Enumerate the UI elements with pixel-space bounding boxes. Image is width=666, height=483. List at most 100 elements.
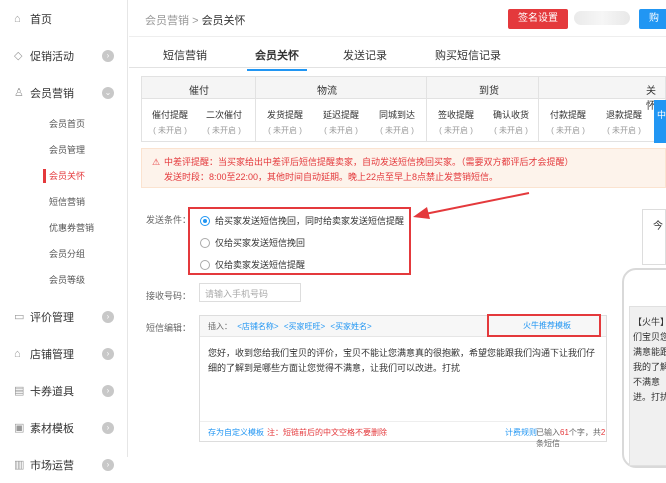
care-item-same-city[interactable]: 同城到达( 未开启 ) [371, 108, 423, 136]
tab-bar: 短信营销 会员关怀 发送记录 购买短信记录 [129, 40, 666, 71]
sidebar-item-label: 会员营销 [30, 87, 74, 100]
sidebar-item-member-marketing[interactable]: ♙ 会员营销 ⌄ [0, 74, 127, 111]
sidebar-sub-member-care[interactable]: 会员关怀 [0, 163, 127, 189]
care-item-second-payment[interactable]: 二次催付( 未开启 ) [198, 108, 250, 136]
editor-toolbar: 插入： <店铺名称> <买家旺旺> <买家姓名> 火牛推荐模板 [200, 314, 606, 337]
main-content: 会员营销 > 会员关怀 签名设置 购 短信营销 会员关怀 发送记录 购买短信记录… [129, 0, 666, 468]
chevron-right-icon: › [102, 421, 114, 434]
sidebar-item-label: 店铺管理 [30, 348, 74, 361]
short-link-note: 注：短链前后的中文空格不要删除 [267, 428, 387, 437]
sidebar: ⌂ 首页 ◇ 促销活动 › ♙ 会员营销 ⌄ 会员首页 会员管理 会员关怀 短信… [0, 0, 128, 472]
chevron-right-icon: › [102, 310, 114, 323]
tab-purchase-records[interactable]: 购买短信记录 [435, 47, 501, 63]
sidebar-sub-member-manage[interactable]: 会员管理 [0, 137, 127, 163]
side-date-box: 今 [642, 209, 666, 265]
care-category-table: 催付 物流 到货 关怀 催付提醒( 未开启 ) 二次催付( 未开启 ) 发货提醒… [141, 76, 666, 143]
warning-banner: ⚠ 中差评提醒：当买家给出中差评后短信提醒卖家，自动发送短信挽回买家。（需要双方都… [141, 148, 666, 188]
sidebar-item-label: 首页 [30, 13, 52, 26]
recommended-template-link[interactable]: 火牛推荐模板 [487, 314, 601, 337]
token-buyer-name[interactable]: <买家姓名> [330, 322, 371, 331]
sidebar-item-home[interactable]: ⌂ 首页 [0, 0, 127, 37]
sidebar-sub-sms-marketing[interactable]: 短信营销 [0, 189, 127, 215]
insert-tokens: 插入： <店铺名称> <买家旺旺> <买家姓名> [208, 322, 372, 331]
sidebar-sub-member-level[interactable]: 会员等级 [0, 267, 127, 293]
chevron-right-icon: › [102, 384, 114, 397]
billing-rule-link[interactable]: 计费规则 [505, 427, 537, 438]
radio-icon[interactable] [200, 259, 210, 270]
user-name-blurred [574, 11, 630, 25]
card-icon: ▤ [14, 385, 25, 397]
category-header: 到货 [479, 86, 499, 97]
home-icon: ⌂ [14, 12, 21, 25]
breadcrumb-current: 会员关怀 [201, 15, 246, 27]
care-item-shipping-reminder[interactable]: 发货提醒( 未开启 ) [259, 108, 311, 136]
top-bar: 会员营销 > 会员关怀 签名设置 购 [129, 0, 666, 37]
radio-checked-icon[interactable] [200, 215, 210, 226]
char-count: 已输入61个字，共2条短信 [536, 428, 606, 448]
send-condition-option-seller[interactable]: 仅给卖家发送短信提醒 [200, 258, 305, 271]
sidebar-item-promotions[interactable]: ◇ 促销活动 › [0, 37, 127, 74]
sidebar-sub-member-home[interactable]: 会员首页 [0, 111, 127, 137]
annotation-arrow-icon [413, 192, 530, 219]
phone-preview-message: 【火牛】们宝贝您满意能跟我的了解不满意进。打扰 [633, 317, 666, 402]
sign-settings-button[interactable]: 签名设置 [508, 9, 568, 29]
sidebar-sub-coupon-marketing[interactable]: 优惠券营销 [0, 215, 127, 241]
warning-icon: ⚠ [152, 157, 161, 167]
tab-send-records[interactable]: 发送记录 [343, 47, 387, 63]
radio-icon[interactable] [200, 237, 210, 248]
sidebar-item-shop[interactable]: ⌂ 店铺管理 › [0, 335, 127, 372]
sidebar-item-operations[interactable]: ▥ 市场运营 › [0, 446, 127, 483]
phone-screen: 【火牛】们宝贝您满意能跟我的了解不满意进。打扰 [629, 306, 666, 466]
breadcrumb: 会员营销 > 会员关怀 [145, 12, 246, 28]
editor-label: 短信编辑： [146, 323, 192, 333]
sidebar-sub-member-group[interactable]: 会员分组 [0, 241, 127, 267]
category-header: 催付 [189, 86, 209, 97]
care-item-active[interactable]: 中 [654, 100, 666, 143]
tag-icon: ◇ [14, 50, 23, 62]
token-buyer-wangwang[interactable]: <买家旺旺> [284, 322, 325, 331]
care-item-payment-reminder[interactable]: 催付提醒( 未开启 ) [144, 108, 196, 136]
category-items-row: 催付提醒( 未开启 ) 二次催付( 未开启 ) 发货提醒( 未开启 ) 延迟提醒… [142, 99, 665, 142]
warning-line-1: 中差评提醒：当买家给出中差评后短信提醒卖家，自动发送短信挽回买家。（需要双方都评… [164, 157, 574, 167]
category-header-row: 催付 物流 到货 关怀 [142, 77, 665, 112]
send-condition-options: 给买家发送短信挽回，同时给卖家发送短信提醒 仅给买家发送短信挽回 仅给卖家发送短… [188, 207, 411, 275]
breadcrumb-parent[interactable]: 会员营销 [145, 15, 189, 27]
editor-footer: 存为自定义模板 注：短链前后的中文空格不要删除 计费规则 已输入61个字，共2条… [200, 421, 606, 448]
send-condition-option-both[interactable]: 给买家发送短信挽回，同时给卖家发送短信提醒 [200, 214, 404, 227]
comment-icon: ▭ [14, 311, 25, 323]
tab-member-care[interactable]: 会员关怀 [247, 47, 307, 71]
sidebar-item-materials[interactable]: ▣ 素材模板 › [0, 409, 127, 446]
image-icon: ▣ [14, 422, 25, 434]
care-item-confirm-receipt[interactable]: 确认收货( 未开启 ) [485, 108, 537, 136]
shop-icon: ⌂ [14, 347, 21, 360]
category-header: 物流 [317, 86, 337, 97]
care-item-delay-reminder[interactable]: 延迟提醒( 未开启 ) [315, 108, 367, 136]
send-condition-label: 发送条件： [146, 215, 192, 225]
send-condition-option-buyer[interactable]: 仅给买家发送短信挽回 [200, 236, 305, 249]
sidebar-item-label: 促销活动 [30, 50, 74, 63]
sidebar-item-cards[interactable]: ▤ 卡券道具 › [0, 372, 127, 409]
care-item-receipt-reminder[interactable]: 签收提醒( 未开启 ) [430, 108, 482, 136]
sms-editor: 插入： <店铺名称> <买家旺旺> <买家姓名> 火牛推荐模板 您好，收到您给我… [199, 314, 607, 448]
tab-sms-marketing[interactable]: 短信营销 [163, 47, 207, 63]
sidebar-item-label: 素材模板 [30, 422, 74, 435]
chevron-right-icon: › [102, 347, 114, 360]
care-item-refund-reminder[interactable]: 退款提醒( 未开启 ) [598, 108, 650, 136]
token-shop-name[interactable]: <店铺名称> [237, 322, 278, 331]
chevron-right-icon: › [102, 49, 114, 62]
receiver-phone-input[interactable]: 请输入手机号码 [199, 283, 301, 302]
sidebar-item-label: 卡券道具 [30, 385, 74, 398]
chart-icon: ▥ [14, 459, 25, 471]
sidebar-item-reviews[interactable]: ▭ 评价管理 › [0, 298, 127, 335]
sidebar-item-label: 评价管理 [30, 311, 74, 324]
breadcrumb-separator: > [192, 15, 199, 27]
phone-preview: 【火牛】们宝贝您满意能跟我的了解不满意进。打扰 [622, 268, 666, 468]
save-as-template-link[interactable]: 存为自定义模板 [208, 427, 264, 438]
sidebar-item-label: 市场运营 [30, 459, 74, 472]
care-item-pay-reminder[interactable]: 付款提醒( 未开启 ) [542, 108, 594, 136]
chevron-right-icon: › [102, 458, 114, 471]
warning-line-2: 发送时段：8:00至22:00，其他时间自动延期。晚上22点至早上8点禁止发营销… [164, 172, 499, 182]
sms-content-textarea[interactable]: 您好，收到您给我们宝贝的评价，宝贝不能让您满意真的很抱歉，希望您能跟我们沟通下让… [200, 337, 606, 385]
receiver-label: 接收号码： [146, 291, 192, 301]
buy-button[interactable]: 购 [639, 9, 666, 29]
